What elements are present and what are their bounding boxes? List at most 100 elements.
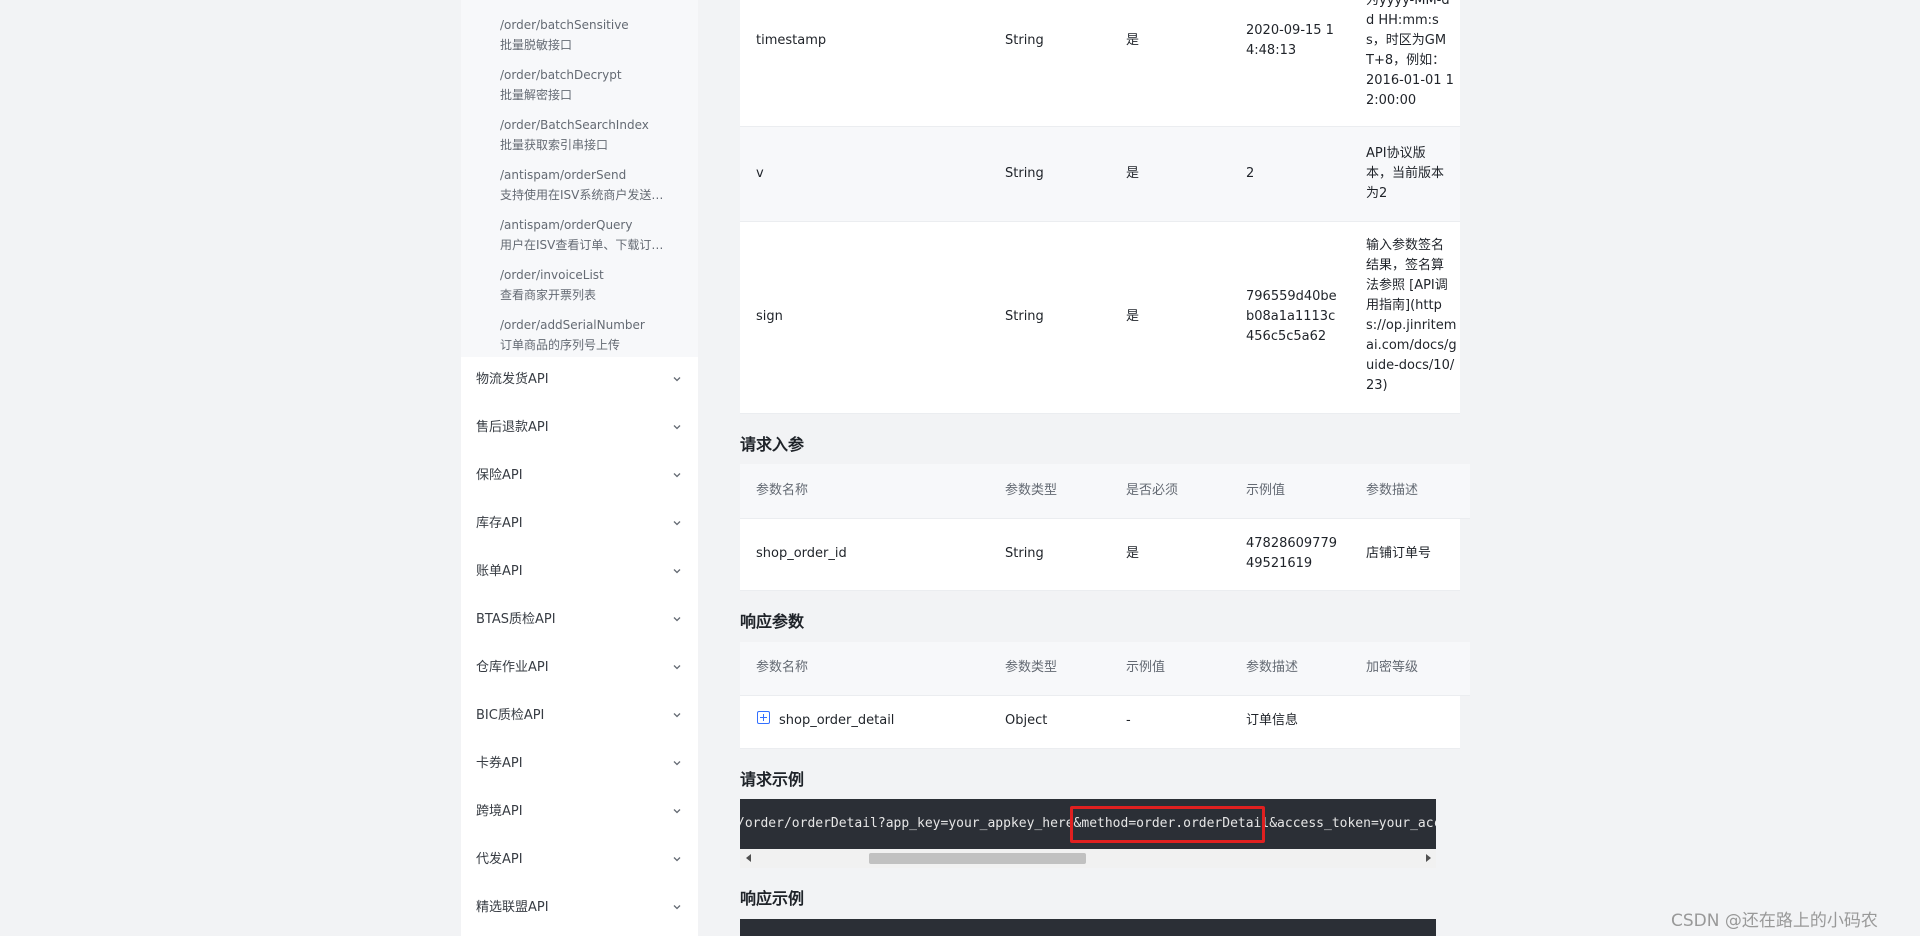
param-desc: 订单信息	[1246, 713, 1299, 728]
table-header-row: 参数名称 参数类型 示例值 参数描述 加密等级	[740, 642, 1470, 696]
chevron-down-icon	[673, 617, 681, 622]
table-row: sign String 是 796559d40be b08a1a1113c 45…	[740, 222, 1460, 414]
sidebar-sub-item[interactable]: /antispam/orderQuery 用户在ISV查看订单、下载订单...	[500, 217, 690, 253]
watermark: CSDN @还在路上的小码农	[1671, 911, 1878, 931]
sidebar-category-warehouse[interactable]: 仓库作业API	[461, 645, 698, 693]
column-header: 参数名称	[756, 660, 809, 675]
desc-line: ai.com/docs/g	[1366, 338, 1457, 353]
desc-line: uide-docs/10/	[1366, 358, 1455, 373]
sidebar-category-coupon[interactable]: 卡券API	[461, 741, 698, 789]
response-example-title: 响应示例	[740, 889, 805, 908]
column-header: 参数描述	[1366, 483, 1419, 498]
scroll-right-arrow-icon[interactable]	[1426, 854, 1431, 862]
category-label: 账单API	[476, 564, 523, 579]
category-label: 跨境API	[476, 804, 523, 819]
desc-line: 结果，签名算	[1366, 258, 1445, 273]
sub-item-desc: 查看商家开票列表	[500, 288, 597, 302]
param-required: 是	[1126, 33, 1140, 48]
example-line: 49521619	[1246, 556, 1313, 571]
param-type: String	[1005, 33, 1044, 48]
sidebar-category-insurance[interactable]: 保险API	[461, 453, 698, 501]
sub-item-desc: 支持使用在ISV系统商户发送（...	[500, 188, 670, 202]
desc-line: 输入参数签名	[1366, 238, 1445, 253]
param-example: 2	[1246, 166, 1255, 181]
param-example: 2020-09-15 1 4:48:13	[1246, 21, 1334, 61]
desc-line: 2016-01-01 1	[1366, 73, 1454, 88]
table-header-row: 参数名称 参数类型 是否必须 示例值 参数描述	[740, 464, 1470, 519]
desc-line: d HH:mm:s	[1366, 13, 1439, 28]
column-header: 参数描述	[1246, 660, 1299, 675]
desc-line: s，时区为GM	[1366, 33, 1447, 48]
chevron-down-icon	[673, 569, 681, 574]
desc-line: T+8，例如：	[1366, 53, 1446, 68]
horizontal-scrollbar[interactable]	[740, 849, 1436, 868]
sub-item-desc: 订单商品的序列号上传	[500, 338, 621, 352]
example-line: 796559d40be	[1246, 289, 1337, 304]
sidebar-category-bill[interactable]: 账单API	[461, 549, 698, 597]
chevron-down-icon	[673, 473, 681, 478]
desc-line: s://op.jinritem	[1366, 318, 1457, 333]
chevron-down-icon	[673, 713, 681, 718]
param-name: timestamp	[756, 33, 827, 48]
desc-line: 法参照 [API调	[1366, 278, 1448, 293]
sub-item-path: /order/invoiceList	[500, 268, 604, 282]
sidebar-category-logistics[interactable]: 物流发货API	[461, 357, 698, 405]
category-label: BTAS质检API	[476, 612, 556, 627]
sidebar-sub-item[interactable]: /order/batchSensitive 批量脱敏接口	[500, 17, 690, 53]
desc-line: API协议版	[1366, 146, 1426, 161]
sidebar-sub-item[interactable]: /order/BatchSearchIndex 批量获取索引串接口	[500, 117, 690, 153]
sub-item-path: /antispam/orderQuery	[500, 218, 633, 232]
chevron-down-icon	[673, 521, 681, 526]
param-type: String	[1005, 166, 1044, 181]
table-row: timestamp String 是 2020-09-15 1 4:48:13 …	[740, 0, 1460, 127]
sub-item-path: /order/BatchSearchIndex	[500, 118, 649, 132]
category-label: 仓库作业API	[476, 660, 549, 675]
table-row: shop_order_detail Object - 订单信息	[740, 696, 1460, 749]
sub-item-path: /order/addSerialNumber	[500, 318, 645, 332]
sidebar-category-crossborder[interactable]: 跨境API	[461, 789, 698, 837]
param-type: String	[1005, 546, 1044, 561]
param-desc: 为yyyy-MM-d d HH:mm:s s，时区为GM T+8，例如： 201…	[1366, 0, 1462, 111]
column-header: 是否必须	[1126, 483, 1179, 498]
sidebar-sub-item[interactable]: /order/batchDecrypt 批量解密接口	[500, 67, 690, 103]
chevron-down-icon	[673, 905, 681, 910]
expand-plus-icon[interactable]	[757, 711, 770, 724]
sidebar-sub-list: /order/batchSensitive 批量脱敏接口 /order/batc…	[461, 0, 698, 357]
category-label: 保险API	[476, 468, 523, 483]
scrollbar-thumb[interactable]	[869, 853, 1086, 864]
sidebar-category-dropship[interactable]: 代发API	[461, 837, 698, 885]
table-row: v String 是 2 API协议版 本，当前版本 为2	[740, 127, 1460, 222]
highlight-annotation	[1070, 806, 1265, 843]
sidebar-sub-item[interactable]: /order/invoiceList 查看商家开票列表	[500, 267, 690, 303]
response-example-code[interactable]	[740, 919, 1436, 936]
api-doc-main: timestamp String 是 2020-09-15 1 4:48:13 …	[740, 0, 1470, 936]
category-label: 库存API	[476, 516, 523, 531]
desc-line: 2:00:00	[1366, 93, 1417, 108]
sub-item-desc: 批量脱敏接口	[500, 38, 573, 52]
sidebar-sub-item[interactable]: /antispam/orderSend 支持使用在ISV系统商户发送（...	[500, 167, 690, 203]
param-required: 是	[1126, 546, 1140, 561]
sidebar-category-bic[interactable]: BIC质检API	[461, 693, 698, 741]
category-label: 卡券API	[476, 756, 523, 771]
response-params-title: 响应参数	[740, 612, 805, 631]
sidebar-sub-item[interactable]: /order/addSerialNumber 订单商品的序列号上传	[500, 317, 690, 353]
scroll-left-arrow-icon[interactable]	[746, 854, 751, 862]
column-header: 参数类型	[1005, 483, 1058, 498]
example-line: 456c5c5a62	[1246, 329, 1327, 344]
category-label: 代发API	[476, 852, 523, 867]
chevron-down-icon	[673, 809, 681, 814]
desc-line: 为yyyy-MM-d	[1366, 0, 1450, 8]
sidebar-category-aftersale[interactable]: 售后退款API	[461, 405, 698, 453]
sidebar-category-alliance[interactable]: 精选联盟API	[461, 885, 698, 933]
param-desc: 店铺订单号	[1366, 546, 1432, 561]
param-name: shop_order_id	[756, 546, 847, 561]
sidebar-category-inventory[interactable]: 库存API	[461, 501, 698, 549]
sub-item-path: /order/batchDecrypt	[500, 68, 622, 82]
sidebar-category-btas[interactable]: BTAS质检API	[461, 597, 698, 645]
column-header: 参数类型	[1005, 660, 1058, 675]
example-line: 47828609779	[1246, 536, 1337, 551]
param-desc: API协议版 本，当前版本 为2	[1366, 144, 1462, 204]
chevron-down-icon	[673, 665, 681, 670]
chevron-down-icon	[673, 425, 681, 430]
desc-line: 用指南](http	[1366, 298, 1442, 313]
